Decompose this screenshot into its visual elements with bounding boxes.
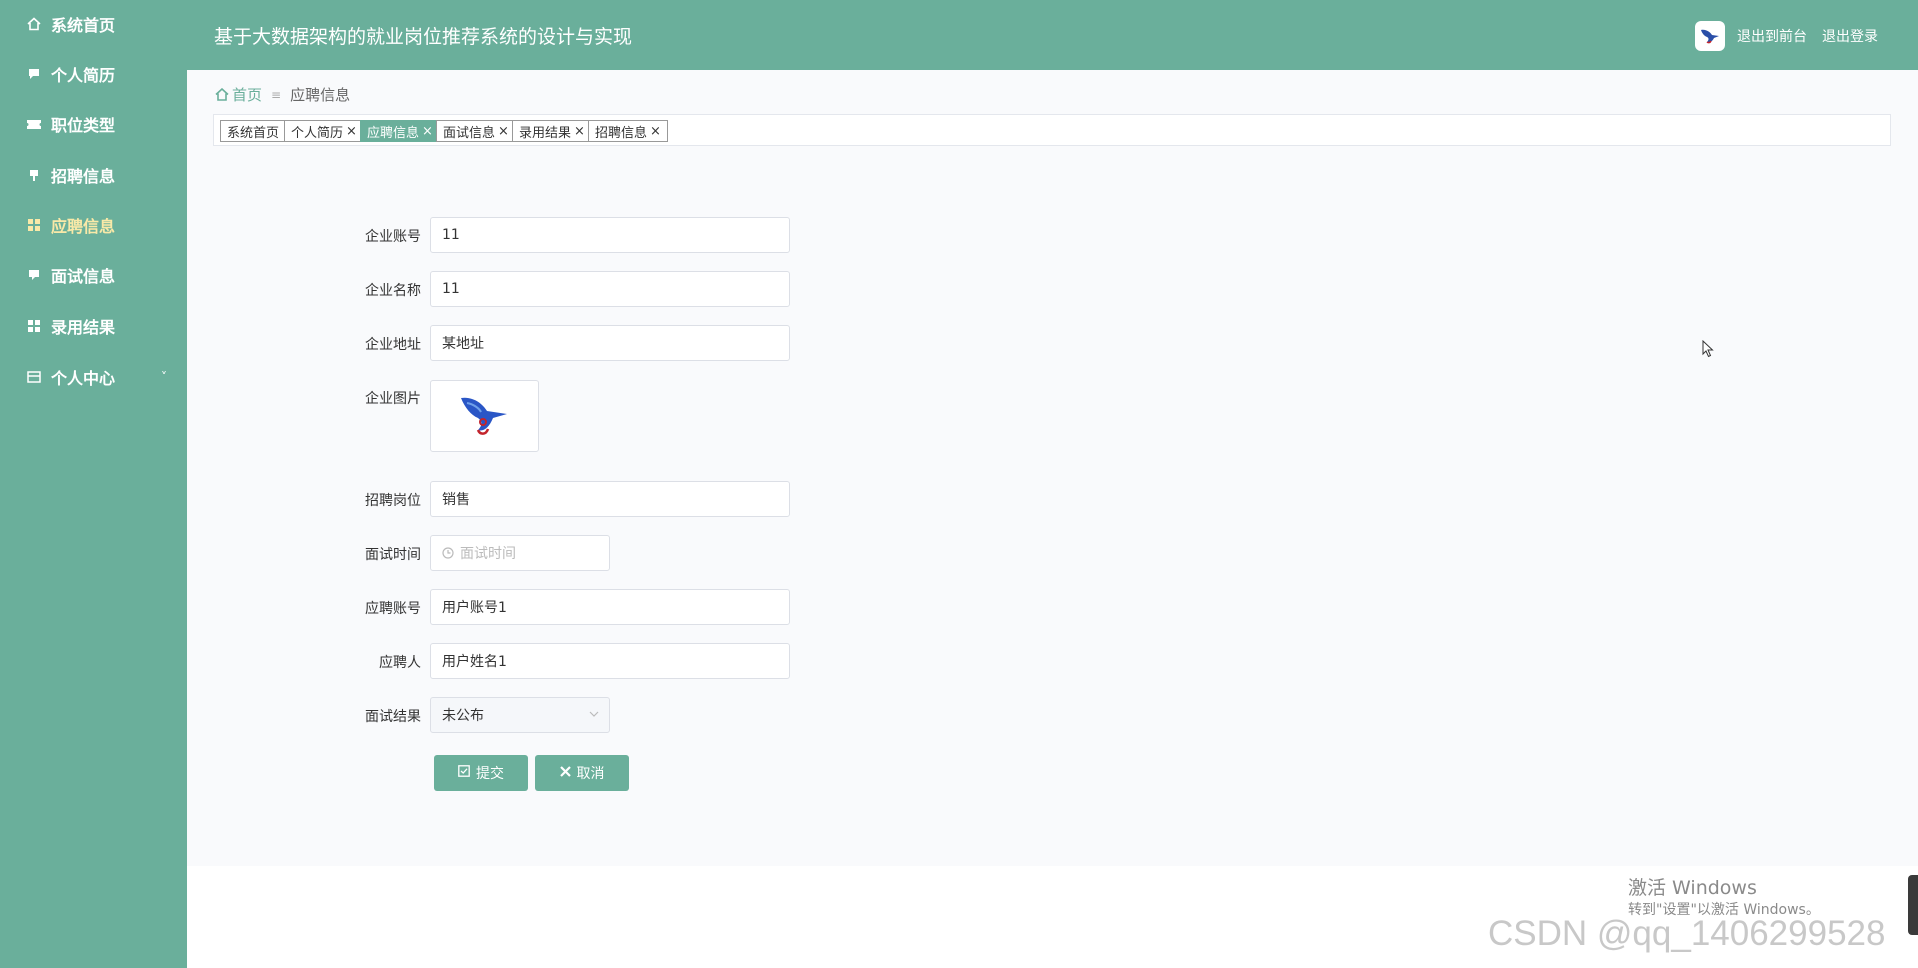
breadcrumb: 首页 ≡ 应聘信息 [215, 84, 350, 105]
company-address-input[interactable]: 某地址 [430, 325, 790, 361]
clock-icon [442, 547, 454, 559]
sidebar-item-personal-center[interactable]: 个人中心 ˅ [0, 355, 187, 399]
cancel-button[interactable]: 取消 [535, 755, 629, 791]
sidebar-item-application[interactable]: 应聘信息 [0, 203, 187, 247]
sidebar-item-label: 个人简历 [51, 66, 116, 85]
tag-label: 系统首页 [227, 125, 280, 141]
tag-resume[interactable]: 个人简历 × [284, 120, 364, 142]
close-icon[interactable]: × [422, 124, 433, 139]
interview-result-label: 面试结果 [365, 709, 421, 725]
close-icon[interactable]: × [346, 124, 357, 139]
sidebar-item-recruitment[interactable]: 招聘信息 [0, 153, 187, 197]
submit-button[interactable]: 提交 [434, 755, 528, 791]
sidebar-item-label: 个人中心 [51, 369, 116, 388]
tag-application[interactable]: 应聘信息 × [360, 120, 440, 142]
close-icon [559, 765, 571, 781]
tag-interview[interactable]: 面试信息 × [436, 120, 516, 142]
sidebar-item-label: 面试信息 [51, 267, 116, 286]
grid-icon [27, 218, 41, 232]
close-icon[interactable]: × [574, 124, 585, 139]
main-content: 首页 ≡ 应聘信息 系统首页 个人简历 × 应聘信息 × 面试信息 × 录用结果… [187, 70, 1918, 866]
sidebar: 系统首页 个人简历 职位类型 招聘信息 应聘信息 面试信息 录用结果 个人中心 … [0, 0, 187, 968]
tag-label: 招聘信息 [595, 125, 648, 141]
logout-link[interactable]: 退出登录 [1822, 26, 1878, 46]
tag-home[interactable]: 系统首页 [220, 120, 287, 142]
system-title: 基于大数据架构的就业岗位推荐系统的设计与实现 [214, 26, 633, 48]
breadcrumb-home[interactable]: 首页 [232, 84, 262, 105]
home-icon [27, 17, 41, 31]
sidebar-item-label: 招聘信息 [51, 167, 116, 186]
avatar[interactable] [1695, 21, 1725, 51]
interview-time-label: 面试时间 [365, 547, 421, 563]
applicant-input[interactable]: 用户姓名1 [430, 643, 790, 679]
comment-icon [27, 268, 41, 282]
company-address-label: 企业地址 [365, 337, 421, 353]
close-icon[interactable]: × [498, 124, 509, 139]
applicant-label: 应聘人 [379, 655, 421, 671]
applicant-account-label: 应聘账号 [365, 601, 421, 617]
chevron-down-icon [589, 709, 599, 719]
job-position-input[interactable]: 销售 [430, 481, 790, 517]
tag-label: 应聘信息 [367, 125, 420, 141]
company-name-label: 企业名称 [365, 283, 421, 299]
tag-label: 面试信息 [443, 125, 496, 141]
company-account-input[interactable]: 11 [430, 217, 790, 253]
company-image-upload[interactable] [430, 380, 539, 452]
check-square-icon [458, 765, 470, 781]
interview-result-value: 未公布 [442, 708, 484, 724]
tag-label: 个人简历 [291, 125, 344, 141]
eagle-logo-icon [460, 397, 507, 435]
company-name-input[interactable]: 11 [430, 271, 790, 307]
tag-hire-result[interactable]: 录用结果 × [512, 120, 592, 142]
eagle-logo-icon [1701, 29, 1719, 44]
breadcrumb-current: 应聘信息 [290, 86, 351, 104]
sidebar-item-interview[interactable]: 面试信息 [0, 253, 187, 297]
grid-icon [27, 319, 41, 333]
ticket-icon [27, 117, 41, 131]
mouse-cursor-icon [1702, 339, 1714, 362]
sidebar-item-home[interactable]: 系统首页 [0, 2, 187, 46]
sidebar-item-resume[interactable]: 个人简历 [0, 52, 187, 96]
sidebar-item-job-type[interactable]: 职位类型 [0, 102, 187, 146]
windows-activate-title: 激活 Windows [1628, 877, 1757, 899]
pin-icon [27, 168, 41, 182]
interview-time-picker[interactable]: 面试时间 [430, 535, 610, 571]
sidebar-item-label: 应聘信息 [51, 217, 116, 236]
cancel-label: 取消 [576, 766, 605, 782]
exit-to-frontend-link[interactable]: 退出到前台 [1737, 26, 1807, 46]
breadcrumb-separator: ≡ [271, 87, 282, 102]
company-account-label: 企业账号 [365, 229, 421, 245]
top-header: 基于大数据架构的就业岗位推荐系统的设计与实现 退出到前台 退出登录 [187, 0, 1918, 70]
chevron-down-icon: ˅ [161, 370, 167, 384]
company-image-label: 企业图片 [365, 391, 421, 407]
sidebar-item-hire-result[interactable]: 录用结果 [0, 304, 187, 348]
card-icon [27, 370, 41, 384]
sidebar-item-label: 录用结果 [51, 318, 116, 337]
interview-result-select[interactable]: 未公布 [430, 697, 610, 733]
csdn-watermark: CSDN @qq_1406299528 [1488, 914, 1886, 953]
tags-view: 系统首页 个人简历 × 应聘信息 × 面试信息 × 录用结果 × 招聘信息 × [213, 114, 1891, 146]
sidebar-item-label: 系统首页 [51, 16, 116, 35]
interview-time-placeholder: 面试时间 [460, 546, 516, 562]
sidebar-item-label: 职位类型 [51, 116, 116, 135]
applicant-account-input[interactable]: 用户账号1 [430, 589, 790, 625]
home-icon [215, 88, 229, 101]
tag-label: 录用结果 [519, 125, 572, 141]
submit-label: 提交 [476, 766, 504, 782]
job-position-label: 招聘岗位 [365, 493, 421, 509]
tag-recruitment[interactable]: 招聘信息 × [588, 120, 668, 142]
close-icon[interactable]: × [650, 124, 661, 139]
chat-icon [27, 67, 41, 81]
tray-handle [1908, 875, 1918, 935]
